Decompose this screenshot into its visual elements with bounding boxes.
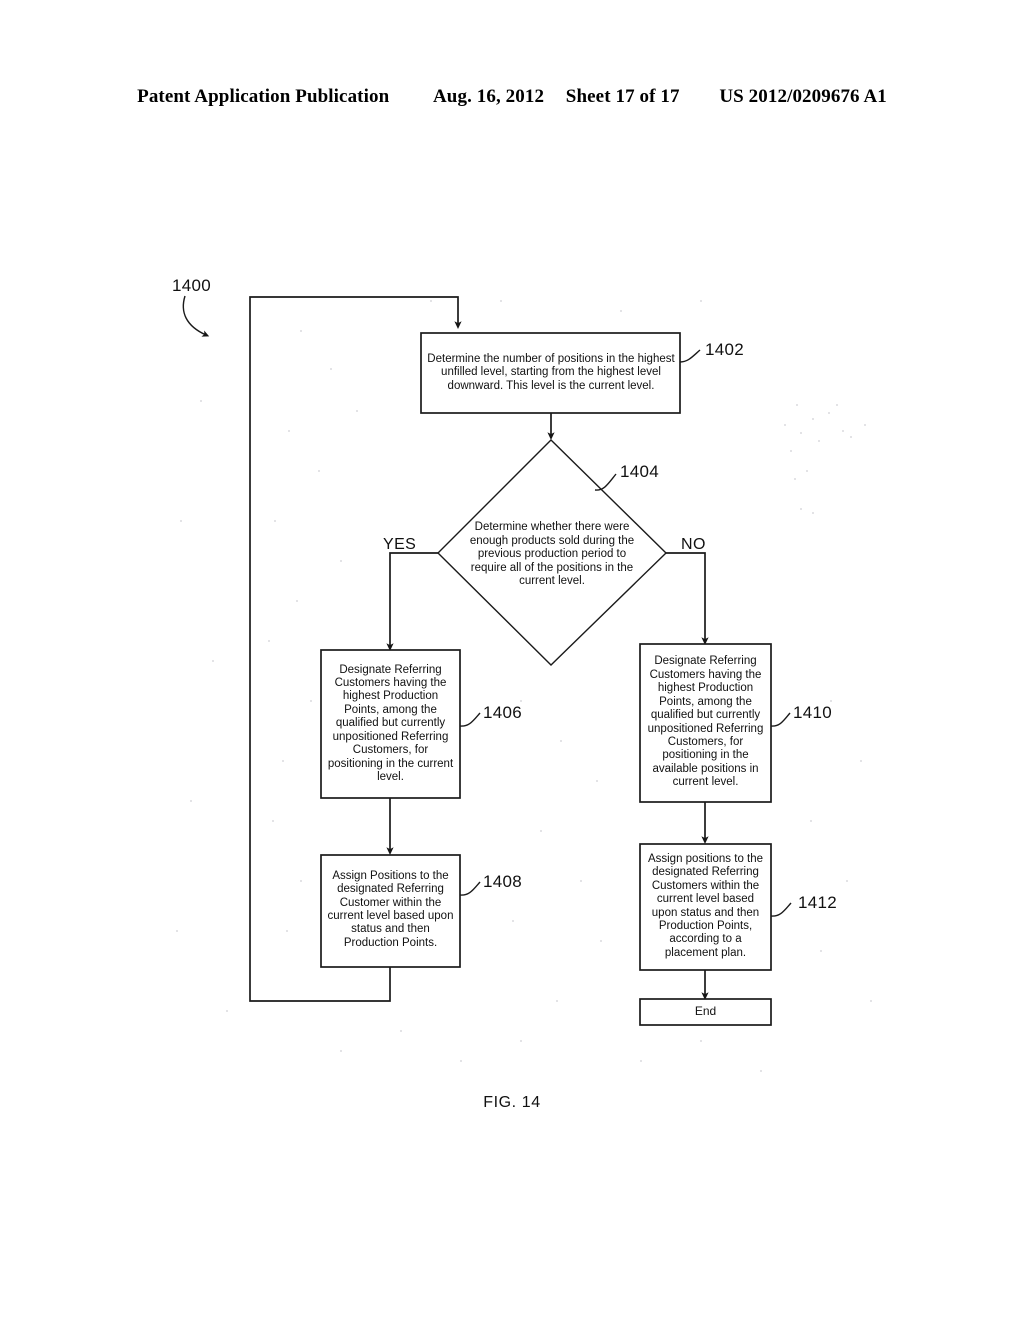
leader-1410 (770, 712, 791, 727)
ref-numeral-1410: 1410 (793, 703, 833, 722)
node-1412-label: Assign positions to the designated Refer… (647, 852, 764, 959)
edge-yes-to-1406 (386, 552, 438, 652)
ref-numeral-1412: 1412 (798, 893, 838, 912)
leader-1406 (459, 712, 481, 727)
node-1408-label: Assign Positions to the designated Refer… (327, 869, 454, 949)
node-1402-label: Determine the number of positions in the… (427, 352, 675, 392)
ref-numeral-1404: 1404 (620, 462, 660, 481)
branch-label-yes: YES (383, 536, 417, 553)
leader-1412 (770, 902, 792, 917)
leader-1400 (182, 295, 210, 337)
branch-label-no: NO (681, 536, 706, 553)
node-1404-label: Determine whether there were enough prod… (469, 521, 635, 588)
edge-no-to-1410 (666, 552, 709, 646)
ref-numeral-1408: 1408 (483, 872, 523, 891)
node-1410-label: Designate Referring Customers having the… (647, 655, 764, 789)
ref-numeral-1406: 1406 (483, 703, 523, 722)
leader-1402 (679, 349, 701, 363)
ref-numeral-1400: 1400 (172, 276, 212, 295)
flowchart-canvas (0, 0, 1024, 1320)
leader-1408 (459, 881, 481, 896)
node-end-label: End (694, 1004, 717, 1019)
figure-caption: FIG. 14 (483, 1094, 541, 1111)
node-1406-label: Designate Referring Customers having the… (327, 663, 454, 783)
ref-numeral-1402: 1402 (705, 340, 745, 359)
